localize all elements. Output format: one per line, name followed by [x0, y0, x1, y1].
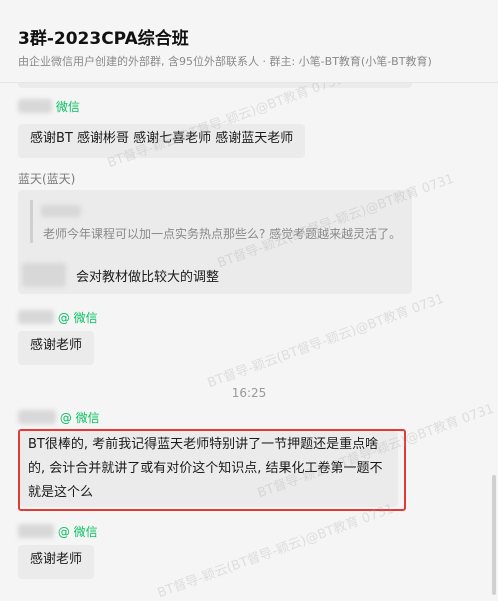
blurred-name — [18, 310, 54, 324]
timestamp: 16:25 — [231, 386, 267, 400]
wechat-tag: @ 微信 — [57, 525, 98, 539]
message-bubble[interactable]: 感谢BT 感谢彬哥 感谢七喜老师 感谢蓝天老师 — [18, 124, 306, 158]
message-bubble[interactable]: 感谢老师 — [18, 331, 95, 365]
sender-name[interactable]: @ 微信 — [18, 309, 98, 326]
quoted-message[interactable]: 老师今年课程可以加一点实务热点那些么? 感觉考题越来越灵活了。 — [30, 200, 413, 243]
wechat-tag: 微信 — [55, 100, 80, 114]
message-text: 感谢老师 — [30, 338, 83, 353]
reply-line: 会对教材做比较大的调整 — [22, 263, 219, 287]
message-text: 感谢老师 — [30, 552, 83, 567]
blurred-name — [18, 524, 54, 538]
message-bubble[interactable]: 感谢老师 — [18, 545, 95, 579]
blurred-name — [18, 410, 56, 424]
watermark: BT督导-颖云(BT督导-颖云)@BT教育 0731 — [205, 291, 447, 392]
group-title[interactable]: 3群-2023CPA综合班 — [18, 24, 189, 49]
blurred-name — [18, 99, 52, 113]
scrollbar[interactable] — [492, 475, 496, 595]
message-text: 感谢BT 感谢彬哥 感谢七喜老师 感谢蓝天老师 — [30, 131, 294, 146]
quote-text: 老师今年课程可以加一点实务热点那些么? 感觉考题越来越灵活了。 — [43, 227, 402, 241]
message-text: 会对教材做比较大的调整 — [76, 269, 220, 285]
blurred-name — [41, 205, 81, 217]
wechat-tag: @ 微信 — [57, 311, 98, 325]
sender-name[interactable]: 蓝天(蓝天) — [18, 170, 75, 187]
sender-name[interactable]: @ 微信 — [18, 523, 98, 540]
sender-name[interactable]: 微信 — [18, 98, 80, 115]
chat-header: 3群-2023CPA综合班 由企业微信用户创建的外部群, 含95位外部联系人 ·… — [0, 0, 498, 83]
sender-name[interactable]: @ 微信 — [18, 409, 100, 426]
blurred-avatar — [22, 263, 66, 287]
group-subtitle: 由企业微信用户创建的外部群, 含95位外部联系人 · 群主: 小笔-BT教育(小… — [18, 55, 432, 68]
watermark: BT督导-颖云(BT督导-颖云)@BT教育 0731 — [155, 501, 397, 601]
highlight-box — [18, 429, 406, 511]
wechat-tag: @ 微信 — [59, 411, 100, 425]
